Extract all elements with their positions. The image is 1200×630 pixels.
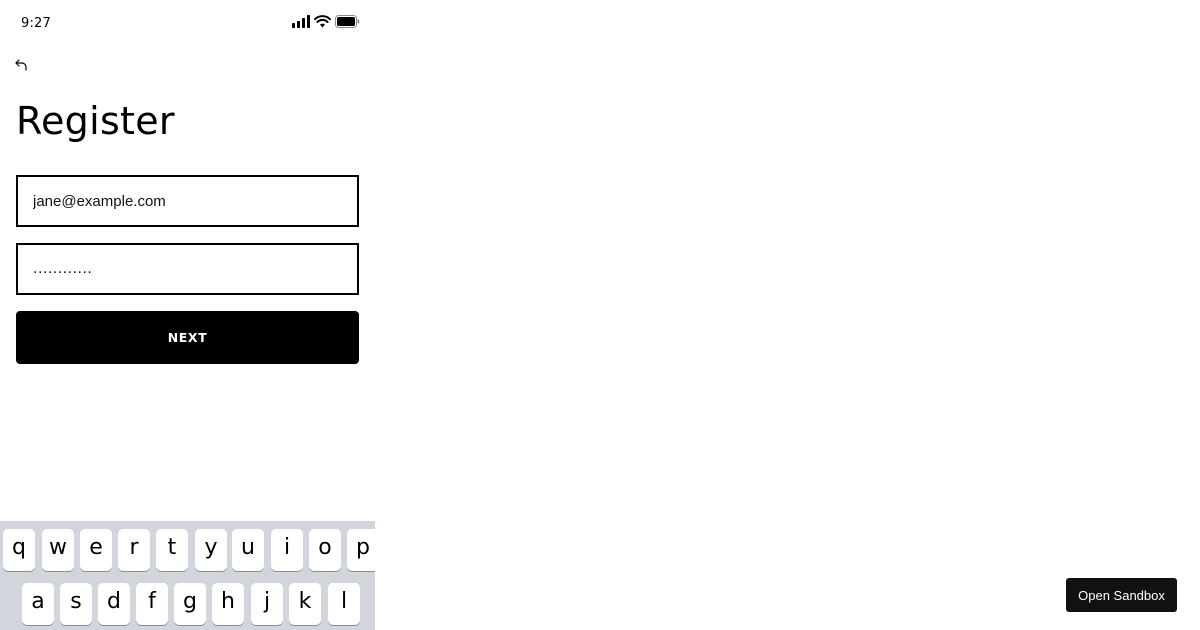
- key-j[interactable]: j: [251, 583, 283, 625]
- key-w[interactable]: w: [42, 529, 74, 571]
- key-p[interactable]: p: [347, 529, 375, 571]
- open-sandbox-button[interactable]: Open Sandbox: [1066, 578, 1177, 612]
- keyboard: q w e r t y u i o p a s d f g h j k l: [0, 521, 375, 630]
- key-q[interactable]: q: [3, 529, 35, 571]
- phone-screen: 9:27 Register jane@example.com .........…: [0, 0, 375, 630]
- key-y[interactable]: y: [195, 529, 227, 571]
- key-u[interactable]: u: [232, 529, 264, 571]
- password-field[interactable]: [16, 243, 359, 295]
- key-o[interactable]: o: [309, 529, 341, 571]
- signal-icon: [292, 15, 311, 28]
- key-h[interactable]: h: [212, 583, 244, 625]
- page-title: Register: [16, 99, 175, 143]
- key-a[interactable]: a: [22, 583, 54, 625]
- key-f[interactable]: f: [136, 583, 168, 625]
- key-t[interactable]: t: [156, 529, 188, 571]
- key-d[interactable]: d: [98, 583, 130, 625]
- key-r[interactable]: r: [118, 529, 150, 571]
- back-button[interactable]: [14, 58, 30, 72]
- key-s[interactable]: s: [60, 583, 92, 625]
- status-icons: [292, 15, 360, 29]
- next-button[interactable]: NEXT: [16, 311, 359, 364]
- key-i[interactable]: i: [271, 529, 303, 571]
- key-e[interactable]: e: [80, 529, 112, 571]
- key-g[interactable]: g: [174, 583, 206, 625]
- wifi-icon: [314, 15, 331, 28]
- battery-icon: [335, 15, 360, 28]
- key-l[interactable]: l: [328, 583, 360, 625]
- email-field[interactable]: [16, 175, 359, 227]
- key-k[interactable]: k: [289, 583, 321, 625]
- status-bar: 9:27: [0, 0, 375, 44]
- back-arrow-icon: [14, 59, 30, 76]
- status-time: 9:27: [21, 16, 51, 31]
